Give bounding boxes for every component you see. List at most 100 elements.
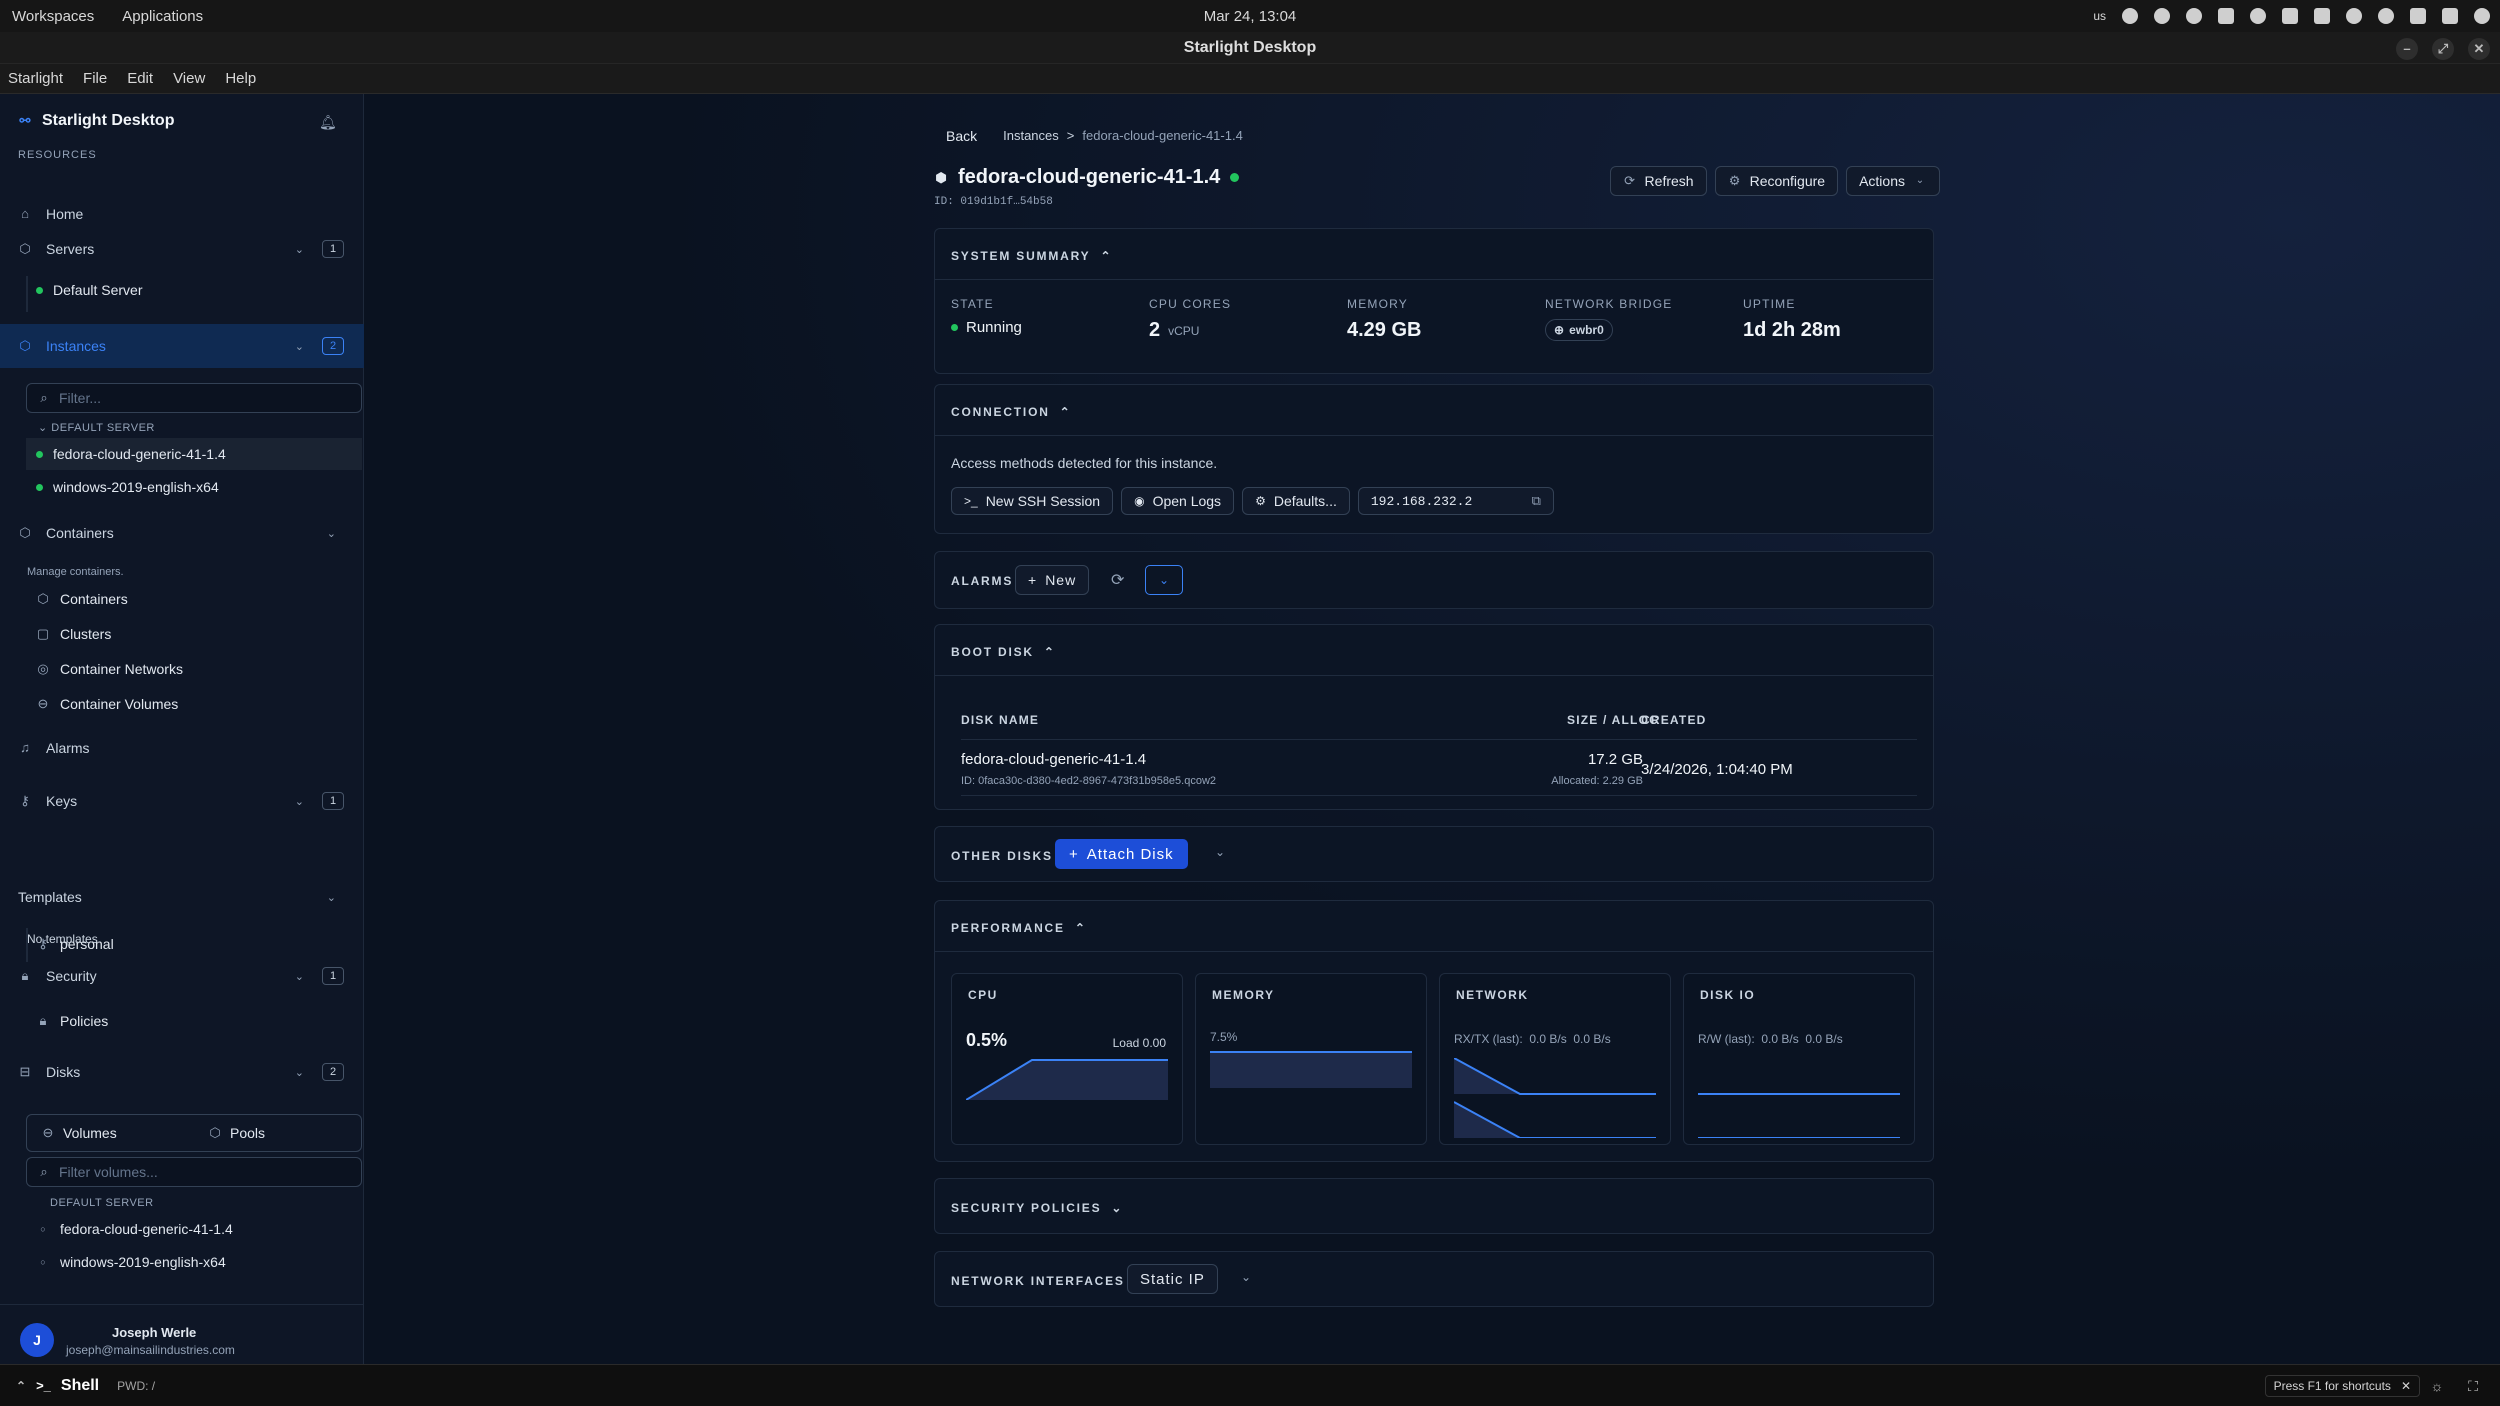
shortcuts-hint[interactable]: Press F1 for shortcuts ✕	[2264, 1375, 2420, 1397]
applications-menu[interactable]: Applications	[122, 8, 203, 25]
chevron-down-icon[interactable]: ⌄	[327, 527, 336, 540]
close-icon[interactable]: ✕	[2401, 1379, 2411, 1393]
shell-toggle[interactable]: ⌃ >_ Shell	[16, 1377, 99, 1395]
sidebar-item-home[interactable]: ⌂ Home	[0, 195, 364, 233]
minimize-icon[interactable]: –	[2396, 38, 2418, 60]
wifi-icon[interactable]	[2378, 8, 2394, 24]
container-icon: ⬡	[37, 591, 49, 606]
chevron-down-icon[interactable]: ⌄	[295, 340, 304, 353]
clusters-icon: ▢	[36, 626, 50, 641]
slack-icon[interactable]	[2122, 8, 2138, 24]
new-ssh-session-button[interactable]: >_ New SSH Session	[951, 487, 1114, 515]
static-ip-button[interactable]: Static IP	[1127, 1264, 1218, 1294]
menu-help[interactable]: Help	[225, 70, 256, 87]
open-logs-button[interactable]: ◉ Open Logs	[1121, 487, 1235, 515]
fullscreen-icon[interactable]: ⛶	[2464, 1377, 2482, 1395]
refresh-icon[interactable]: ⟳	[1111, 570, 1124, 590]
sidebar-item-container-volumes[interactable]: ⊖ Container Volumes	[36, 696, 179, 712]
performance-header[interactable]: PERFORMANCE ⌃	[951, 921, 1087, 935]
server-default[interactable]: Default Server	[36, 282, 142, 298]
bridge-chip[interactable]: ⊕ ewbr0	[1545, 319, 1613, 341]
copy-icon[interactable]: ⧉	[1532, 494, 1541, 509]
volume-item-windows[interactable]: ○ windows-2019-english-x64	[36, 1254, 225, 1270]
tab-pools[interactable]: ⬡ Pools	[194, 1115, 361, 1151]
user-profile[interactable]: J Joseph Werle joseph@mainsailindustries…	[0, 1304, 364, 1364]
new-alarm-button[interactable]: + New	[1015, 565, 1090, 595]
plus-icon: +	[1069, 845, 1079, 863]
sidebar-item-instances[interactable]: ⬡ Instances ⌄ 2	[0, 324, 364, 368]
alarms-expand-button[interactable]: ⌄	[1145, 565, 1183, 595]
settings-icon[interactable]	[2442, 8, 2458, 24]
refresh-button[interactable]: ⟳ Refresh	[1609, 166, 1707, 196]
sidebar-item-label: Clusters	[60, 626, 112, 642]
headphones-icon[interactable]	[2186, 8, 2202, 24]
instances-filter-input[interactable]: ⌕ Filter...	[26, 383, 362, 413]
workspaces-menu[interactable]: Workspaces	[12, 8, 94, 25]
chevron-down-icon[interactable]: ⌄	[295, 1066, 304, 1079]
state-dot	[951, 324, 958, 331]
instance-item-fedora[interactable]: fedora-cloud-generic-41-1.4	[36, 446, 226, 462]
sidebar-header[interactable]: ⚯ Starlight Desktop	[18, 112, 175, 130]
menu-file[interactable]: File	[83, 70, 107, 87]
sidebar-item-policies[interactable]: 🔒︎ Policies	[36, 1013, 109, 1029]
button-label: Defaults...	[1273, 493, 1337, 509]
sidebar-item-alarms[interactable]: ♫ Alarms	[0, 729, 364, 767]
sidebar-item-keys[interactable]: ⚷ Keys ⌄ 1	[0, 782, 364, 820]
instance-item-windows[interactable]: windows-2019-english-x64	[36, 479, 219, 495]
chevron-down-icon[interactable]: ⌄	[295, 970, 304, 983]
volumes-filter-input[interactable]: ⌕ Filter volumes...	[26, 1157, 362, 1187]
sidebar-item-containers-list[interactable]: ⬡ Containers	[36, 591, 127, 607]
sidebar-item-clusters[interactable]: ▢ Clusters	[36, 626, 112, 642]
instances-group-label[interactable]: ⌄ DEFAULT SERVER	[38, 421, 155, 434]
instance-name: fedora-cloud-generic-41-1.4	[53, 446, 226, 462]
chevron-down-icon[interactable]: ⌄	[327, 891, 336, 904]
volume-item-fedora[interactable]: ○ fedora-cloud-generic-41-1.4	[36, 1221, 232, 1237]
chevron-down-icon[interactable]: ⌄	[1241, 1270, 1251, 1284]
menu-edit[interactable]: Edit	[127, 70, 153, 87]
volume-icon[interactable]	[2314, 8, 2330, 24]
attach-disk-button[interactable]: + Attach Disk	[1055, 839, 1188, 869]
sidebar-item-label: Security	[46, 968, 97, 984]
spotify-icon[interactable]	[2154, 8, 2170, 24]
chevron-down-icon[interactable]: ⌄	[295, 795, 304, 808]
divider	[935, 675, 1933, 676]
sun-icon[interactable]: ☼	[2428, 1377, 2446, 1395]
sidebar-item-templates[interactable]: Templates ⌄	[0, 878, 364, 916]
sidebar-item-container-networks[interactable]: ◎ Container Networks	[36, 661, 183, 677]
sidebar-item-servers[interactable]: ⬡ Servers ⌄ 1	[0, 230, 364, 268]
column-created: CREATED	[1641, 713, 1707, 727]
sidebar-item-security[interactable]: 🔒︎ Security ⌄ 1	[0, 957, 364, 995]
tray-app-icon[interactable]	[2282, 8, 2298, 24]
power-icon[interactable]	[2474, 8, 2490, 24]
ip-address-field[interactable]: 192.168.232.2 ⧉	[1357, 487, 1554, 515]
bell-icon[interactable]: 🔔︎	[319, 114, 337, 130]
close-icon[interactable]: ✕	[2468, 38, 2490, 60]
keyboard-layout[interactable]: us	[2093, 9, 2106, 23]
tab-volumes[interactable]: ⊖ Volumes	[27, 1115, 194, 1151]
bluetooth-icon[interactable]	[2346, 8, 2362, 24]
connection-header[interactable]: CONNECTION ⌃	[951, 405, 1072, 419]
maximize-icon[interactable]: ⤢	[2432, 38, 2454, 60]
sidebar-item-disks[interactable]: ⊟ Disks ⌄ 2	[0, 1053, 364, 1091]
table-row[interactable]: fedora-cloud-generic-41-1.4 ID: 0faca30c…	[961, 743, 1917, 795]
alarms-header: ALARMS	[951, 574, 1013, 588]
menu-starlight[interactable]: Starlight	[8, 70, 63, 87]
summary-bridge: NETWORK BRIDGE ⊕ ewbr0	[1545, 297, 1672, 341]
system-summary-header[interactable]: SYSTEM SUMMARY ⌃	[951, 249, 1112, 263]
security-policies-header[interactable]: SECURITY POLICIES ⌄	[951, 1201, 1123, 1215]
breadcrumb-instances[interactable]: Instances	[1003, 128, 1059, 144]
menu-view[interactable]: View	[173, 70, 205, 87]
actions-dropdown[interactable]: Actions ⌄	[1846, 166, 1940, 196]
defaults-button[interactable]: ⚙ Defaults...	[1242, 487, 1350, 515]
notifications-icon[interactable]	[2410, 8, 2426, 24]
back-link[interactable]: Back	[946, 128, 977, 144]
reconfigure-button[interactable]: ⚙ Reconfigure	[1714, 166, 1839, 196]
discord-icon[interactable]	[2218, 8, 2234, 24]
home-icon: ⌂	[21, 206, 29, 221]
chevron-down-icon[interactable]: ⌄	[295, 243, 304, 256]
write-value: 0.0 B/s	[1805, 1032, 1843, 1046]
sidebar-item-containers[interactable]: ⬡ Containers ⌄	[0, 514, 364, 552]
boot-disk-header[interactable]: BOOT DISK ⌃	[951, 645, 1056, 659]
chevron-down-icon[interactable]: ⌄	[1215, 845, 1225, 859]
steam-icon[interactable]	[2250, 8, 2266, 24]
